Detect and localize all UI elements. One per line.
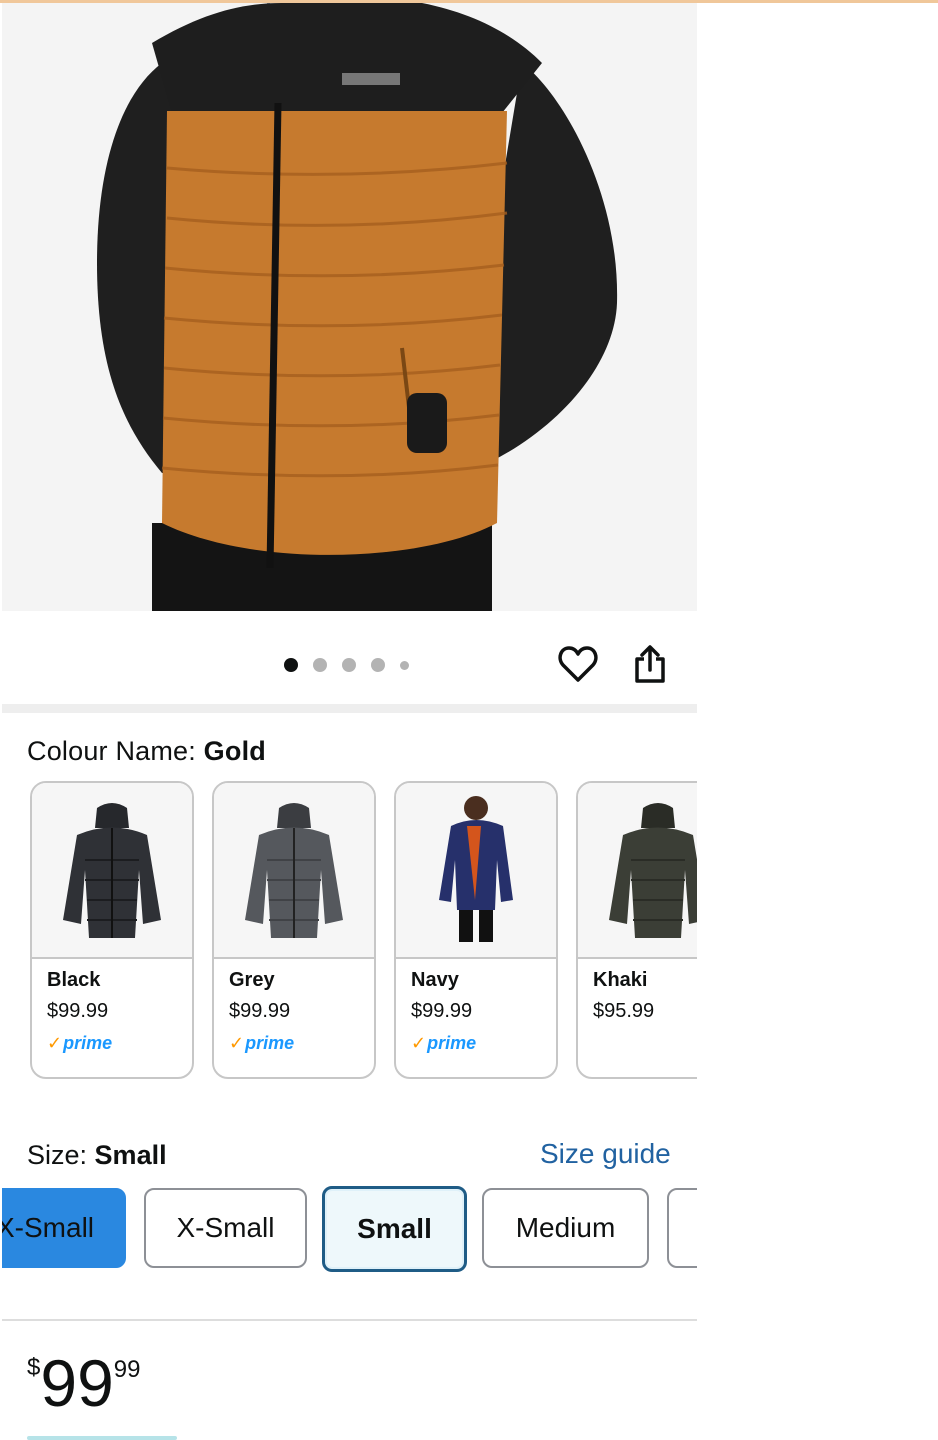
- pagination-dot[interactable]: [284, 658, 298, 672]
- image-pagination-dots: [284, 656, 409, 674]
- share-icon: [635, 645, 665, 683]
- colour-label: Colour Name:: [27, 736, 196, 766]
- pagination-dot[interactable]: [371, 658, 385, 672]
- pagination-dot[interactable]: [342, 658, 356, 672]
- size-label: Size:: [27, 1140, 88, 1170]
- prime-text: prime: [427, 1033, 477, 1053]
- pagination-dot[interactable]: [313, 658, 327, 672]
- size-option-label: Medium: [515, 1212, 616, 1243]
- size-option-x-small[interactable]: X-Small: [144, 1188, 307, 1268]
- size-option-list: X-Small X-Small Small Medium: [2, 1186, 697, 1276]
- price-display: $ 99 99: [27, 1350, 140, 1416]
- colour-swatch-black[interactable]: Black $99.99 ✓ prime: [30, 781, 194, 1079]
- colour-swatch-khaki[interactable]: Khaki $95.99: [576, 781, 697, 1079]
- colour-price: $99.99: [411, 1000, 473, 1022]
- heart-icon: [558, 646, 598, 682]
- price-fraction: 99: [113, 1356, 141, 1383]
- size-option-large[interactable]: [667, 1188, 697, 1268]
- colour-price: $99.99: [47, 1000, 109, 1022]
- pagination-dot[interactable]: [400, 660, 409, 670]
- prime-check-icon: ✓: [47, 1033, 63, 1053]
- colour-swatch-navy[interactable]: Navy $99.99 ✓ prime: [394, 781, 558, 1079]
- price-currency-symbol: $: [27, 1354, 41, 1381]
- size-option-label: Small: [357, 1213, 432, 1244]
- product-image[interactable]: [2, 3, 697, 611]
- prime-check-icon: ✓: [229, 1033, 245, 1053]
- colour-name: Black: [47, 969, 101, 991]
- selected-size-value: Small: [94, 1140, 167, 1170]
- colour-swatch-image: [214, 783, 374, 959]
- colour-name: Grey: [229, 969, 275, 991]
- colour-swatch-list: Black $99.99 ✓prime Grey $99.99 ✓prime: [30, 781, 697, 1081]
- size-heading: Size: Small: [27, 1140, 167, 1171]
- share-button[interactable]: [628, 642, 672, 686]
- colour-heading: Colour Name: Gold: [27, 736, 266, 767]
- section-divider: [2, 1319, 697, 1321]
- colour-name: Navy: [411, 969, 459, 991]
- colour-price: $99.99: [229, 1000, 291, 1022]
- size-option-label: X-Small: [2, 1212, 95, 1243]
- badge-edge: [27, 1436, 177, 1440]
- blank-area: [697, 3, 938, 1440]
- size-option-label: X-Small: [176, 1212, 275, 1243]
- prime-badge: ✓ prime: [47, 1033, 192, 1054]
- colour-name: Khaki: [593, 969, 648, 991]
- prime-badge: ✓ prime: [411, 1033, 556, 1054]
- colour-swatch-grey[interactable]: Grey $99.99 ✓ prime: [212, 781, 376, 1079]
- prime-text: prime: [63, 1033, 113, 1053]
- price-whole: 99: [40, 1346, 114, 1420]
- colour-swatch-image: [578, 783, 697, 959]
- size-guide-link[interactable]: Size guide: [540, 1138, 671, 1170]
- size-option-small[interactable]: Small: [322, 1186, 467, 1272]
- colour-swatch-image: [396, 783, 556, 959]
- size-option-xx-small[interactable]: X-Small: [2, 1188, 126, 1268]
- wishlist-button[interactable]: [556, 642, 600, 686]
- size-option-medium[interactable]: Medium: [482, 1188, 649, 1268]
- prime-text: prime: [245, 1033, 295, 1053]
- colour-swatch-image: [32, 783, 192, 959]
- prime-badge: ✓ prime: [229, 1033, 374, 1054]
- prime-check-icon: ✓: [411, 1033, 427, 1053]
- section-divider: [2, 704, 697, 713]
- colour-price: $95.99: [593, 1000, 655, 1022]
- selected-colour-value: Gold: [203, 736, 266, 766]
